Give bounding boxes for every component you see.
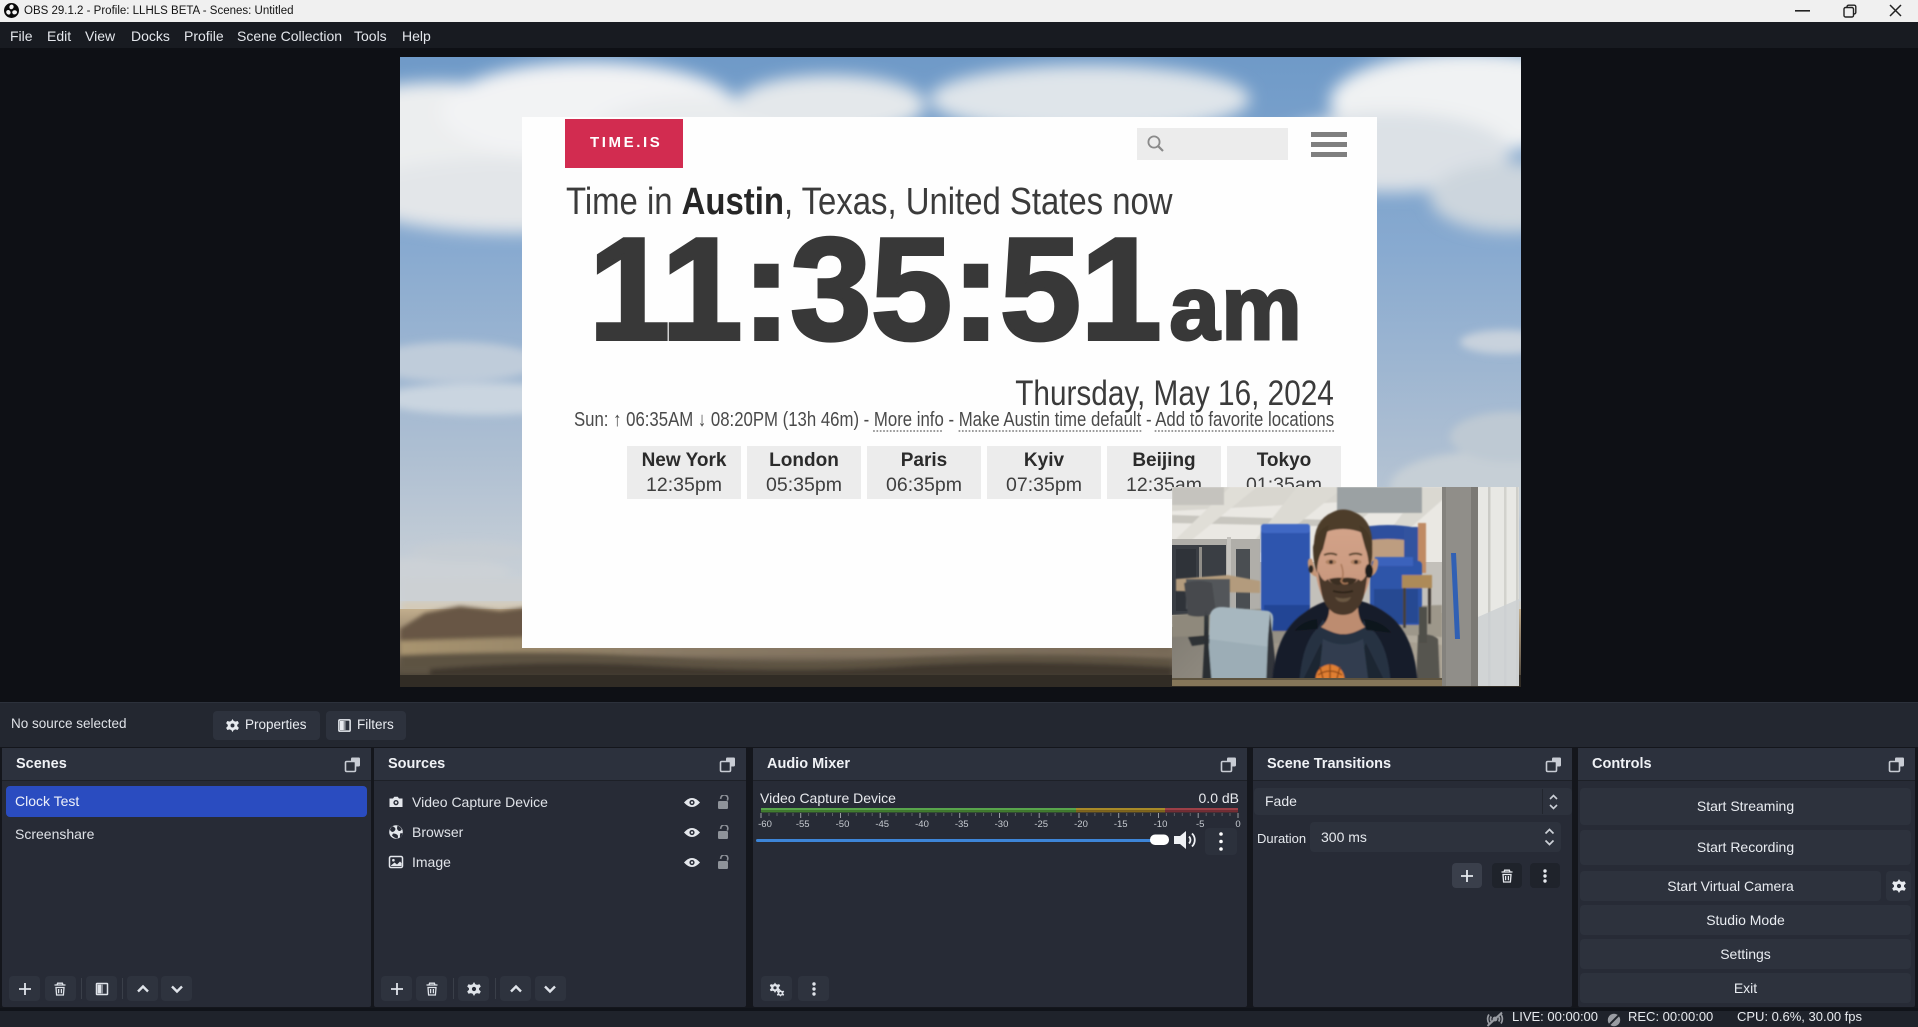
svg-text:-55: -55 (796, 819, 810, 830)
svg-text:-25: -25 (1034, 819, 1048, 830)
svg-text:-20: -20 (1074, 819, 1088, 830)
svg-text:-30: -30 (995, 819, 1009, 830)
svg-text:-35: -35 (955, 819, 969, 830)
svg-text:-5: -5 (1196, 819, 1204, 830)
svg-text:-50: -50 (836, 819, 850, 830)
svg-text:-15: -15 (1114, 819, 1128, 830)
svg-text:-40: -40 (915, 819, 929, 830)
svg-text:-60: -60 (758, 819, 772, 830)
svg-text:0: 0 (1235, 819, 1240, 830)
svg-text:-10: -10 (1154, 819, 1168, 830)
svg-text:-45: -45 (875, 819, 889, 830)
